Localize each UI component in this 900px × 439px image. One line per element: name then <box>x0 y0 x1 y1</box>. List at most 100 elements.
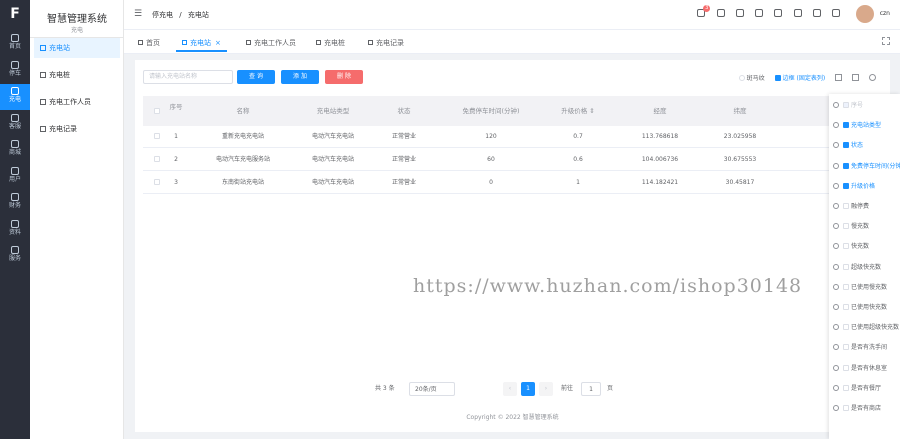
fullscreen-icon[interactable] <box>774 9 783 17</box>
border-checkbox[interactable] <box>774 75 781 81</box>
drag-handle-icon[interactable] <box>833 283 839 290</box>
column-checkbox[interactable] <box>843 223 849 230</box>
column-checkbox[interactable] <box>843 304 849 310</box>
table-row[interactable]: 1 重新充电充电站 电动汽车充电站 正常营业 120 0.7 113.768618 23.02… <box>143 126 831 148</box>
column-checkbox[interactable] <box>843 243 849 250</box>
message-icon[interactable]: 3 <box>697 5 711 17</box>
drag-handle-icon[interactable] <box>833 223 839 230</box>
table-row[interactable]: 2 电动汽车充电服务站 电动汽车充电站 正常营业 60 0.6 104.006736 30.6… <box>143 149 831 171</box>
settings-icon[interactable] <box>832 9 840 17</box>
column-toggle-item[interactable]: 状态 <box>833 140 863 152</box>
column-toggle-item[interactable]: 超级快充数 <box>833 262 881 274</box>
rail-item-3[interactable]: 客服 <box>0 111 30 137</box>
size-icon[interactable] <box>793 9 802 17</box>
add-button[interactable]: 添 加 <box>281 70 319 84</box>
column-toggle-item[interactable]: 是否有洗手间 <box>833 342 887 354</box>
column-checkbox[interactable] <box>843 384 849 391</box>
refresh-icon[interactable] <box>869 74 876 81</box>
tab-4[interactable]: 充电记录 <box>362 34 410 52</box>
column-checkbox[interactable] <box>843 283 849 290</box>
fullscreen-table-icon[interactable] <box>835 74 843 81</box>
search-button[interactable]: 查 询 <box>237 70 275 84</box>
rail-item-1[interactable]: 停车 <box>0 58 30 84</box>
tab-0[interactable]: 首页 <box>132 34 166 52</box>
screen-icon[interactable] <box>755 9 764 17</box>
tab-1[interactable]: 充电站 × <box>176 34 227 52</box>
column-checkbox[interactable] <box>843 203 849 209</box>
column-toggle-item[interactable]: 已使用慢充数 <box>833 282 887 294</box>
menu-item-2[interactable]: 充电工作人员 <box>34 92 120 112</box>
drag-handle-icon[interactable] <box>833 102 839 108</box>
column-checkbox[interactable] <box>843 182 849 189</box>
prev-page-button[interactable]: ‹ <box>503 382 517 396</box>
drag-handle-icon[interactable] <box>833 364 839 371</box>
zebra-radio[interactable] <box>738 75 745 81</box>
tab-close-icon[interactable]: × <box>215 39 221 47</box>
drag-handle-icon[interactable] <box>833 304 839 310</box>
column-toggle-item[interactable]: 是否有休息室 <box>833 363 887 375</box>
search-input[interactable]: 请输入充电站名称 <box>143 70 233 84</box>
theme-icon[interactable] <box>812 9 821 17</box>
column-toggle-item[interactable]: 升级价格 <box>833 181 875 193</box>
column-toggle-item[interactable]: 序号 <box>833 100 863 112</box>
column-toggle-item[interactable]: 是否有餐厅 <box>833 383 881 395</box>
menu-item-3[interactable]: 充电记录 <box>34 119 120 139</box>
column-toggle-item[interactable]: 是否有商店 <box>833 403 881 415</box>
column-toggle-item[interactable]: 已使用快充数 <box>833 302 887 314</box>
search-icon[interactable] <box>735 9 744 17</box>
column-checkbox[interactable] <box>843 364 849 371</box>
rail-item-8[interactable]: 服务 <box>0 243 30 269</box>
page-size-select[interactable]: 20条/页 <box>409 382 455 396</box>
rail-item-0[interactable]: 首页 <box>0 31 30 57</box>
column-toggle-item[interactable]: 快充数 <box>833 241 869 253</box>
column-toggle-item[interactable]: 已使用超级快充数 <box>833 322 899 334</box>
rail-item-2[interactable]: 充电 <box>0 84 30 110</box>
rail-item-5[interactable]: 用户 <box>0 164 30 190</box>
rail-item-7[interactable]: 资料 <box>0 217 30 243</box>
breadcrumb-item[interactable]: 停充电 <box>152 11 173 19</box>
column-checkbox[interactable] <box>843 102 849 108</box>
tab-2[interactable]: 充电工作人员 <box>240 34 302 52</box>
column-settings-icon[interactable] <box>852 74 860 81</box>
column-toggle-item[interactable]: 慢充数 <box>833 221 869 233</box>
avatar[interactable] <box>856 5 874 23</box>
drag-handle-icon[interactable] <box>833 142 839 149</box>
drag-handle-icon[interactable] <box>833 243 839 250</box>
column-checkbox[interactable] <box>843 405 849 411</box>
lock-icon[interactable] <box>716 9 725 17</box>
column-checkbox[interactable] <box>843 122 849 129</box>
user-name[interactable]: czn <box>880 10 890 17</box>
rail-item-6[interactable]: 财务 <box>0 190 30 216</box>
tab-3[interactable]: 充电桩 <box>310 34 351 52</box>
next-page-button[interactable]: › <box>539 382 553 396</box>
drag-handle-icon[interactable] <box>833 344 839 351</box>
select-all-checkbox[interactable] <box>154 108 160 114</box>
column-toggle-item[interactable]: 融停费 <box>833 201 869 213</box>
menu-item-1[interactable]: 充电桩 <box>34 65 120 85</box>
menu-item-0[interactable]: 充电站 <box>34 38 120 58</box>
rail-item-4[interactable]: 商城 <box>0 137 30 163</box>
column-toggle-item[interactable]: 充电站类型 <box>833 120 881 132</box>
column-checkbox[interactable] <box>843 162 849 169</box>
drag-handle-icon[interactable] <box>833 263 839 270</box>
column-checkbox[interactable] <box>843 344 849 351</box>
row-checkbox[interactable] <box>154 156 160 162</box>
column-checkbox[interactable] <box>843 324 849 331</box>
drag-handle-icon[interactable] <box>833 203 839 209</box>
column-checkbox[interactable] <box>843 142 849 149</box>
goto-page-input[interactable]: 1 <box>581 382 601 396</box>
table-row[interactable]: 3 东南街站充电站 电动汽车充电站 正常营业 0 1 114.182421 30.45817 <box>143 172 831 194</box>
drag-handle-icon[interactable] <box>833 405 839 411</box>
drag-handle-icon[interactable] <box>833 182 839 189</box>
drag-handle-icon[interactable] <box>833 324 839 331</box>
delete-button[interactable]: 删 除 <box>325 70 363 84</box>
page-number-button[interactable]: 1 <box>521 382 535 396</box>
column-checkbox[interactable] <box>843 263 849 270</box>
drag-handle-icon[interactable] <box>833 162 839 169</box>
hamburger-icon[interactable]: ☰ <box>134 10 142 19</box>
drag-handle-icon[interactable] <box>833 122 839 129</box>
column-toggle-item[interactable]: 免费停车时间(分钟) <box>833 161 900 173</box>
row-checkbox[interactable] <box>154 133 160 139</box>
grid-icon[interactable] <box>882 37 890 45</box>
row-checkbox[interactable] <box>154 179 160 185</box>
